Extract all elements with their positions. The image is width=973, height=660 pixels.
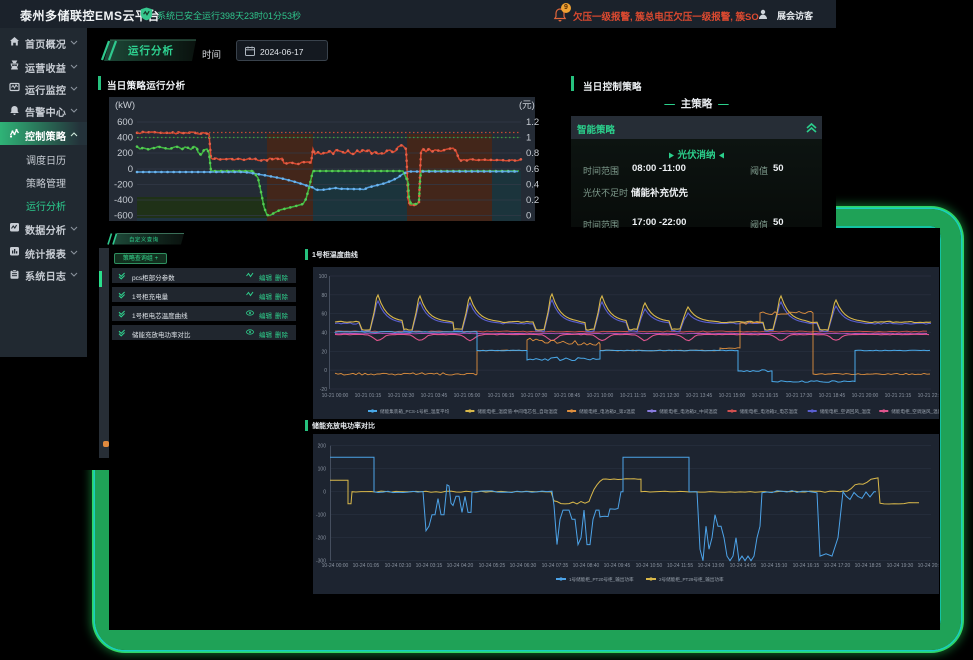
svg-text:10-24 17:20: 10-24 17:20 <box>824 563 851 569</box>
svg-text:10-24 20:35: 10-24 20:35 <box>918 563 939 569</box>
svg-text:10-24 04:20: 10-24 04:20 <box>447 563 474 569</box>
svg-text:100: 100 <box>319 274 328 280</box>
svg-text:储能电柜_空调回风_温度: 储能电柜_空调回风_温度 <box>820 408 871 415</box>
svg-text:0.8: 0.8 <box>526 148 539 159</box>
svg-text:10-24 18:25: 10-24 18:25 <box>855 563 882 569</box>
svg-text:10-24 10:50: 10-24 10:50 <box>636 563 663 569</box>
svg-text:10-21 15:00: 10-21 15:00 <box>719 393 746 399</box>
svg-text:10-24 16:15: 10-24 16:15 <box>793 563 820 569</box>
svg-text:10-24 05:25: 10-24 05:25 <box>479 563 506 569</box>
svg-text:10-21 10:00: 10-21 10:00 <box>587 393 614 399</box>
svg-text:10-24 06:30: 10-24 06:30 <box>510 563 537 569</box>
svg-text:10-24 11:55: 10-24 11:55 <box>667 563 694 569</box>
svg-text:0: 0 <box>128 164 133 175</box>
svg-text:10-24 00:00: 10-24 00:00 <box>322 563 349 569</box>
svg-text:10-21 11:15: 10-21 11:15 <box>620 393 647 399</box>
svg-text:10-21 16:15: 10-21 16:15 <box>752 393 779 399</box>
svg-text:200: 200 <box>318 444 327 450</box>
svg-text:10-24 14:05: 10-24 14:05 <box>730 563 757 569</box>
svg-text:10-24 15:10: 10-24 15:10 <box>761 563 788 569</box>
svg-text:2号储能柜_PT29号柜_输出功率: 2号储能柜_PT29号柜_输出功率 <box>659 576 724 583</box>
svg-text:0.6: 0.6 <box>526 164 539 175</box>
svg-text:10-21 18:45: 10-21 18:45 <box>819 393 846 399</box>
svg-text:10-24 08:40: 10-24 08:40 <box>573 563 600 569</box>
svg-text:运行分析: 运行分析 <box>128 44 174 57</box>
svg-text:10-24 01:05: 10-24 01:05 <box>353 563 380 569</box>
svg-text:10-21 13:45: 10-21 13:45 <box>686 393 713 399</box>
svg-text:60: 60 <box>321 312 327 318</box>
svg-text:10-21 17:30: 10-21 17:30 <box>786 393 813 399</box>
svg-text:储能电柜_空调送风_温度: 储能电柜_空调送风_温度 <box>891 408 939 415</box>
svg-text:0: 0 <box>323 490 326 496</box>
svg-text:10-24 07:35: 10-24 07:35 <box>542 563 569 569</box>
svg-text:1号储能柜_PT20号柜_输出功率: 1号储能柜_PT20号柜_输出功率 <box>569 576 634 583</box>
svg-text:自定义查询: 自定义查询 <box>129 236 159 244</box>
svg-text:0.2: 0.2 <box>526 195 539 206</box>
svg-text:0.4: 0.4 <box>526 180 539 191</box>
svg-text:400: 400 <box>117 133 133 144</box>
svg-text:10-24 13:00: 10-24 13:00 <box>698 563 725 569</box>
svg-text:10-21 07:30: 10-21 07:30 <box>521 393 548 399</box>
svg-text:10-21 20:00: 10-21 20:00 <box>852 393 879 399</box>
svg-text:10-24 03:15: 10-24 03:15 <box>416 563 443 569</box>
svg-text:0: 0 <box>526 211 531 222</box>
svg-text:(kW): (kW) <box>115 100 135 111</box>
svg-text:10-21 22:30: 10-21 22:30 <box>918 393 939 399</box>
svg-text:储能集装箱_PCS-1号柜_温度平均: 储能集装箱_PCS-1号柜_温度平均 <box>380 408 450 415</box>
svg-text:储能电柜_电池箱2_电芯温度: 储能电柜_电池箱2_电芯温度 <box>740 408 799 415</box>
svg-text:-200: -200 <box>114 180 133 191</box>
svg-text:10-21 05:00: 10-21 05:00 <box>454 393 481 399</box>
svg-text:10-21 06:15: 10-21 06:15 <box>488 393 515 399</box>
svg-text:-200: -200 <box>316 536 326 542</box>
svg-text:10-21 01:15: 10-21 01:15 <box>355 393 382 399</box>
svg-text:储能电柜_电池箱2_中间温度: 储能电柜_电池箱2_中间温度 <box>659 408 718 415</box>
svg-text:-600: -600 <box>114 211 133 222</box>
svg-text:80: 80 <box>321 293 327 299</box>
svg-text:储能电柜_温度值-中间电芯包_自动温度: 储能电柜_温度值-中间电芯包_自动温度 <box>477 408 558 415</box>
svg-text:20: 20 <box>321 349 327 355</box>
svg-text:10-21 00:00: 10-21 00:00 <box>322 393 349 399</box>
svg-text:10-21 12:30: 10-21 12:30 <box>653 393 680 399</box>
svg-text:1.2: 1.2 <box>526 117 539 128</box>
svg-text:40: 40 <box>321 331 327 337</box>
svg-text:-400: -400 <box>114 195 133 206</box>
svg-text:600: 600 <box>117 117 133 128</box>
svg-text:-100: -100 <box>316 513 326 519</box>
svg-text:10-21 02:30: 10-21 02:30 <box>388 393 415 399</box>
svg-text:10-21 03:45: 10-21 03:45 <box>421 393 448 399</box>
svg-text:10-21 08:45: 10-21 08:45 <box>554 393 581 399</box>
svg-text:200: 200 <box>117 148 133 159</box>
svg-text:(元): (元) <box>519 100 535 111</box>
svg-text:10-21 21:15: 10-21 21:15 <box>885 393 912 399</box>
svg-text:储能电柜_电池箱2_第2温度: 储能电柜_电池箱2_第2温度 <box>579 408 636 415</box>
svg-text:0: 0 <box>324 368 327 374</box>
svg-text:10-24 19:30: 10-24 19:30 <box>887 563 914 569</box>
svg-text:1: 1 <box>526 133 531 144</box>
svg-text:100: 100 <box>318 467 327 473</box>
svg-text:10-24 02:10: 10-24 02:10 <box>385 563 412 569</box>
svg-text:10-24 09:45: 10-24 09:45 <box>604 563 631 569</box>
